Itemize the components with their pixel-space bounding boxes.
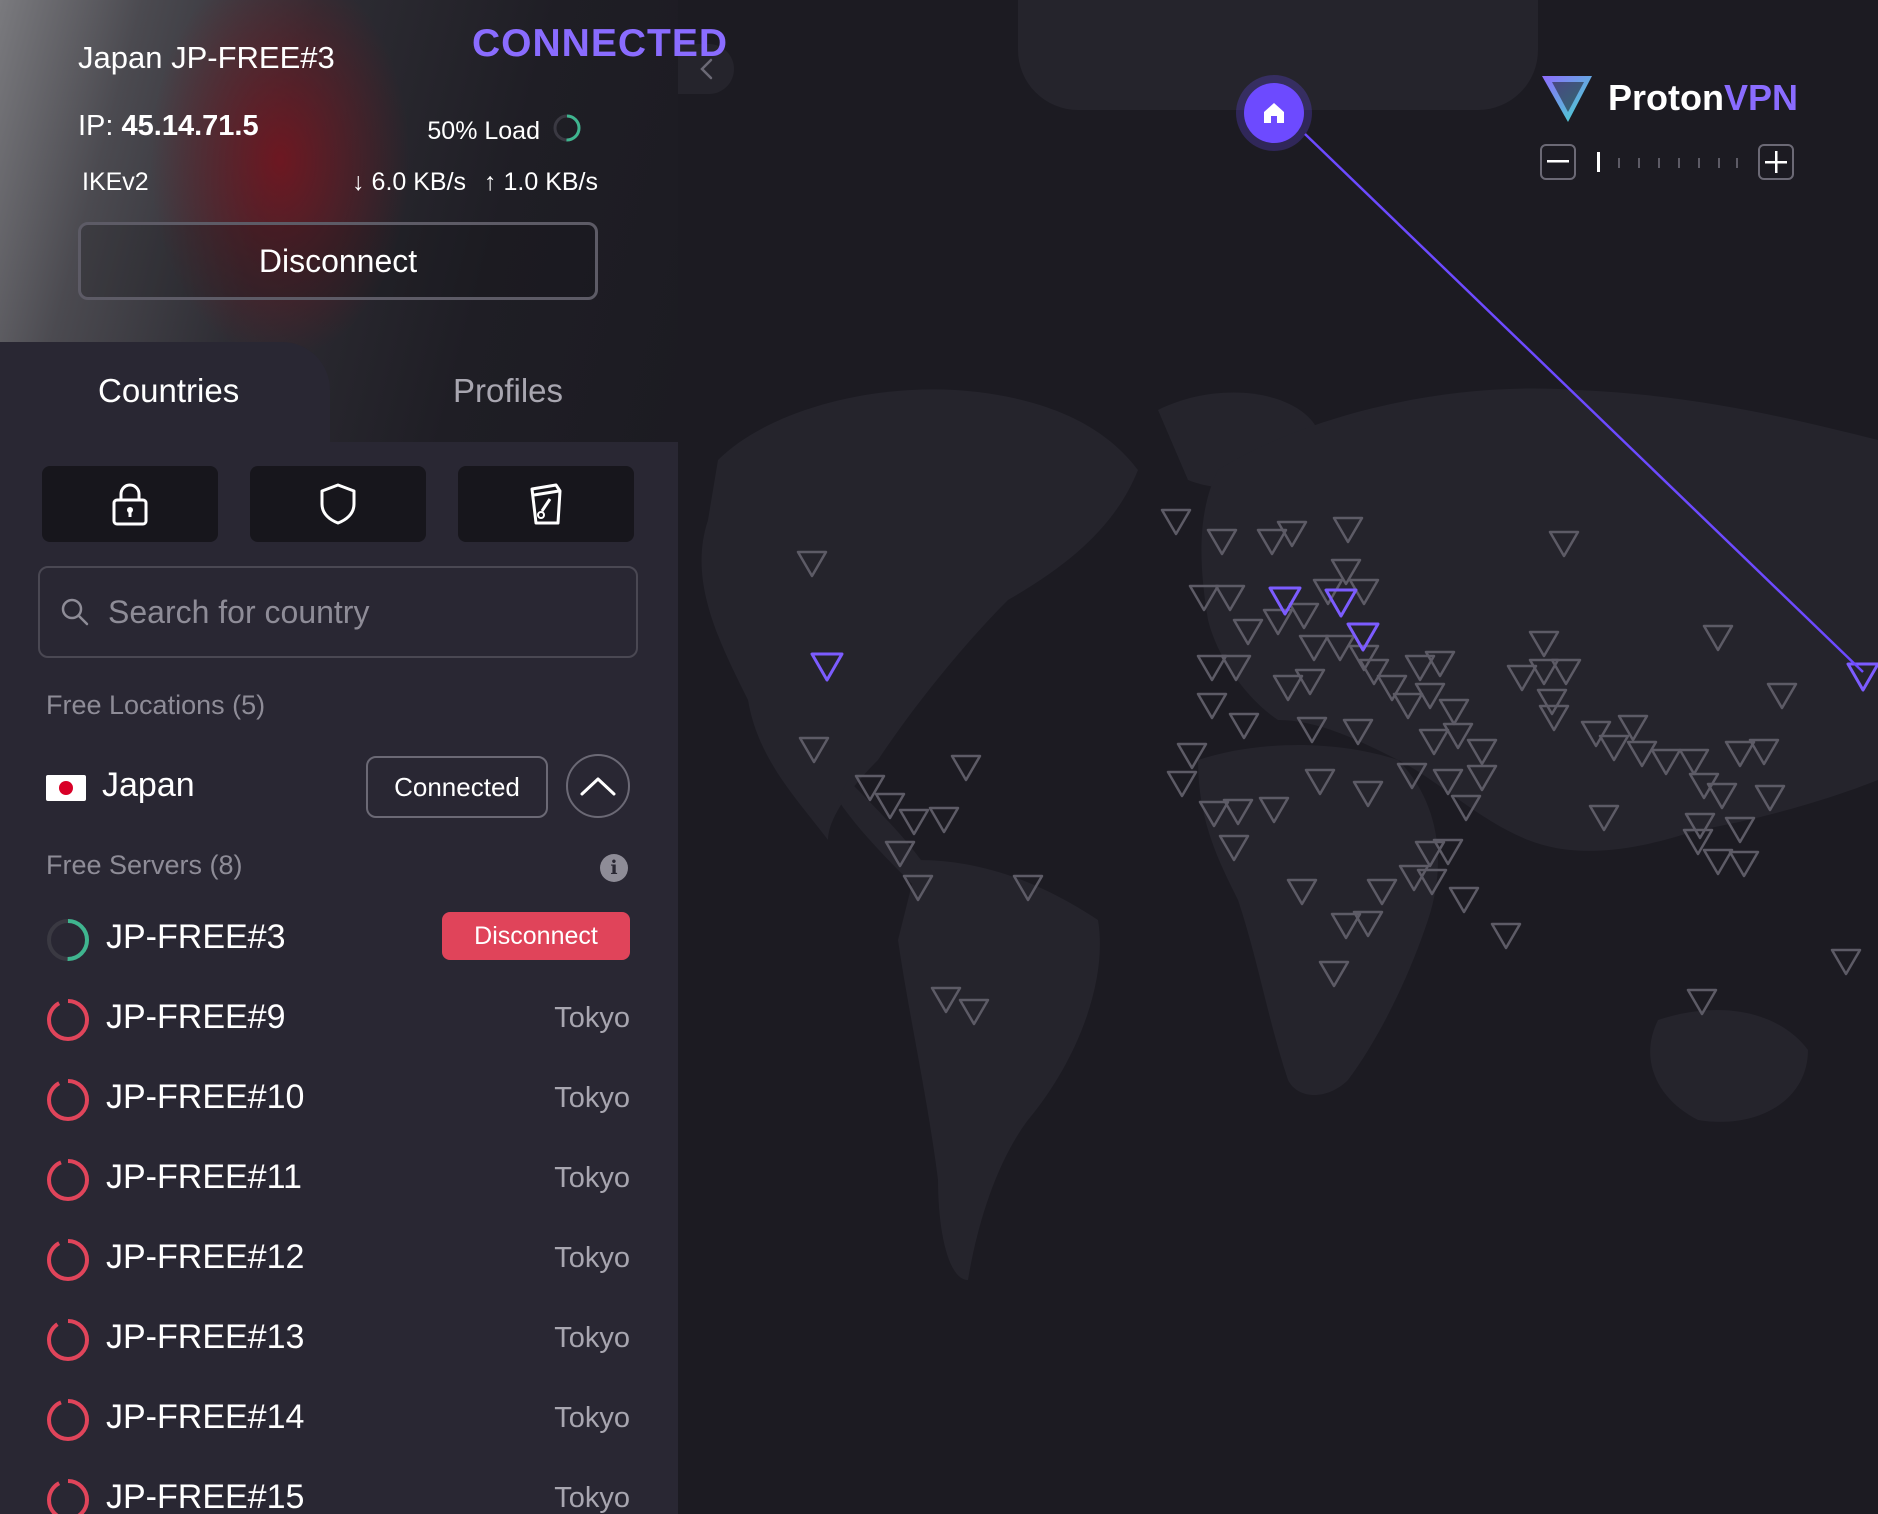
arrow-down-icon: ↓: [352, 168, 365, 196]
secure-core-filter-button[interactable]: [42, 466, 218, 542]
transfer-speeds: ↓ 6.0 KB/s ↑ 1.0 KB/s: [352, 168, 598, 197]
ip-label: IP:: [78, 110, 114, 142]
protocol-label: IKEv2: [82, 168, 149, 196]
server-name: JP-FREE#14: [106, 1398, 305, 1436]
world-map[interactable]: [678, 0, 1878, 1514]
tab-profiles[interactable]: Profiles: [453, 372, 563, 410]
streaming-filter-button[interactable]: [458, 466, 634, 542]
load-ring-icon: [47, 1479, 89, 1514]
netshield-filter-button[interactable]: [250, 466, 426, 542]
protonvpn-logo: ProtonVPN: [1540, 72, 1798, 124]
tab-countries[interactable]: Countries: [98, 372, 239, 410]
japan-flag-icon: [46, 775, 86, 801]
disconnect-button[interactable]: Disconnect: [78, 222, 598, 300]
server-name: JP-FREE#10: [106, 1078, 305, 1116]
ip-address: 45.14.71.5: [121, 110, 259, 142]
load-ring-icon: [47, 919, 89, 961]
minus-icon: [1547, 160, 1569, 163]
download-speed: ↓ 6.0 KB/s: [352, 168, 467, 196]
load-ring-icon: [47, 1239, 89, 1281]
server-row[interactable]: JP-FREE#13 Tokyo: [46, 1308, 630, 1368]
server-name: JP-FREE#13: [106, 1318, 305, 1356]
server-city: Tokyo: [554, 1082, 630, 1114]
server-row[interactable]: JP-FREE#12 Tokyo: [46, 1228, 630, 1288]
protonvpn-logo-icon: [1542, 76, 1592, 122]
server-name: JP-FREE#9: [106, 998, 286, 1036]
load-ring-icon: [47, 1079, 89, 1121]
lock-icon: [112, 483, 148, 526]
shield-icon: [320, 483, 356, 525]
load-label: 50% Load: [427, 117, 540, 145]
server-row[interactable]: JP-FREE#10 Tokyo: [46, 1068, 630, 1128]
free-locations-label: Free Locations (5): [46, 690, 266, 720]
search-icon: [61, 598, 89, 626]
collapse-country-button[interactable]: [566, 754, 630, 818]
server-markers: [796, 133, 1878, 1026]
load-ring-icon: [552, 113, 582, 150]
upload-speed: ↑ 1.0 KB/s: [484, 168, 598, 196]
server-city: Tokyo: [554, 1322, 630, 1354]
connection-title: Japan JP-FREE#3: [78, 40, 335, 75]
zoom-slider[interactable]: [1590, 150, 1740, 174]
free-servers-label: Free Servers (8): [46, 850, 243, 880]
server-city: Tokyo: [554, 1402, 630, 1434]
load-ring-icon: [47, 1399, 89, 1441]
load-ring-icon: [47, 999, 89, 1041]
country-row-japan[interactable]: Japan Connected: [46, 754, 630, 820]
chevron-up-icon: [580, 777, 616, 796]
server-row[interactable]: JP-FREE#11 Tokyo: [46, 1148, 630, 1208]
load-ring-icon: [47, 1159, 89, 1201]
search-placeholder: Search for country: [108, 593, 370, 630]
server-name: JP-FREE#12: [106, 1238, 305, 1276]
server-city: Tokyo: [554, 1162, 630, 1194]
arrow-up-icon: ↑: [484, 168, 497, 196]
ip-display: IP: 45.14.71.5: [78, 110, 259, 143]
server-name: JP-FREE#11: [106, 1158, 302, 1196]
connection-status: CONNECTED: [471, 22, 728, 65]
server-load: 50% Load: [427, 113, 582, 150]
server-city: Tokyo: [554, 1482, 630, 1514]
info-icon[interactable]: i: [600, 854, 628, 882]
server-city: Tokyo: [554, 1242, 630, 1274]
streaming-icon: [530, 483, 562, 525]
server-name: JP-FREE#15: [106, 1478, 305, 1514]
country-connected-button[interactable]: Connected: [366, 756, 548, 818]
load-ring-icon: [47, 1319, 89, 1361]
server-row[interactable]: JP-FREE#15 Tokyo: [46, 1468, 630, 1514]
plus-icon: [1765, 151, 1787, 173]
server-name: JP-FREE#3: [106, 918, 286, 956]
home-icon: [1264, 103, 1284, 123]
sidebar: Japan JP-FREE#3 IP: 45.14.71.5 50% Load …: [0, 0, 678, 1514]
home-location-pin[interactable]: [1244, 83, 1304, 143]
server-row[interactable]: JP-FREE#14 Tokyo: [46, 1388, 630, 1448]
server-row[interactable]: JP-FREE#3 Disconnect: [46, 908, 630, 968]
zoom-out-button[interactable]: [1540, 144, 1576, 180]
server-city: Tokyo: [554, 1002, 630, 1034]
server-row[interactable]: JP-FREE#9 Tokyo: [46, 988, 630, 1048]
brand-name: ProtonVPN: [1608, 77, 1799, 118]
server-disconnect-button[interactable]: Disconnect: [442, 912, 630, 960]
search-input[interactable]: Search for country: [38, 566, 638, 658]
country-name: Japan: [102, 766, 195, 804]
zoom-in-button[interactable]: [1758, 144, 1794, 180]
zoom-slider-handle: [1597, 152, 1600, 172]
